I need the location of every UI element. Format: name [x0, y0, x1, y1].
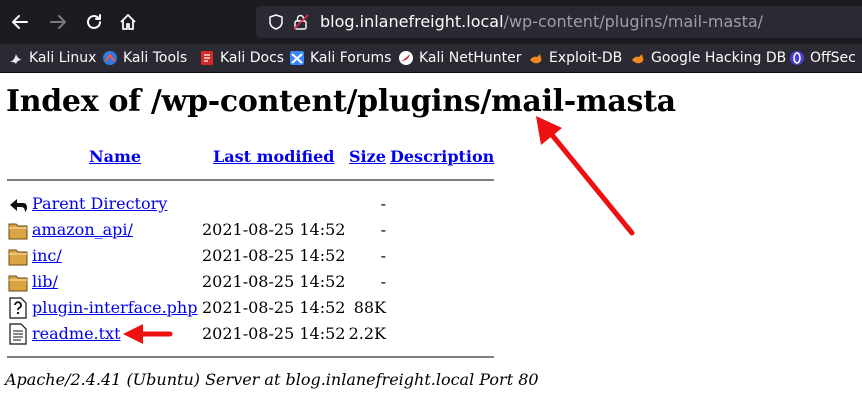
annotation-arrow-title: [536, 116, 635, 236]
annotation-overlay: [123, 116, 635, 344]
annotation-arrow-readme: [123, 324, 173, 344]
